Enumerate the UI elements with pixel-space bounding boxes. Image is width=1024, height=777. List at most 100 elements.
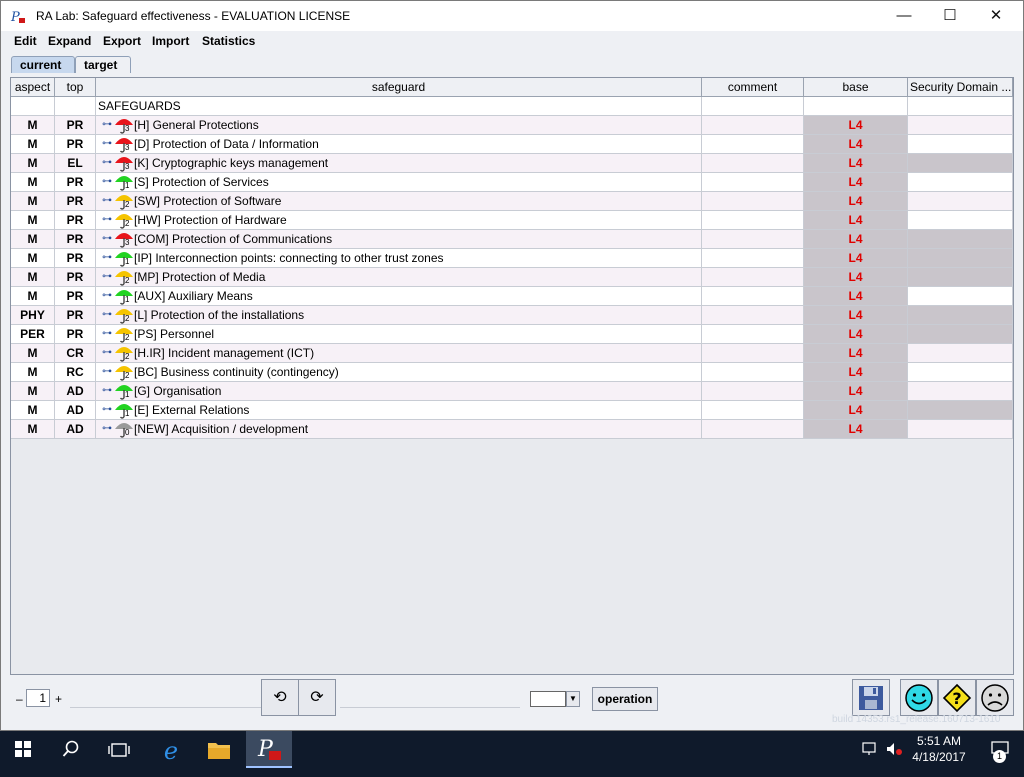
table-row[interactable]: M AD ⊶ 0 [NEW] Acquisition / development L4 bbox=[11, 420, 1013, 439]
table-row[interactable]: M PR ⊶ 3 [D] Protection of Data / Informatio… bbox=[11, 135, 1013, 154]
undo-button[interactable]: ⟲ bbox=[261, 679, 299, 716]
comment-cell[interactable] bbox=[702, 363, 804, 382]
table-row[interactable]: M CR ⊶ 2 [H.IR] Incident management (ICT) L4 bbox=[11, 344, 1013, 363]
security-domain-cell[interactable] bbox=[908, 287, 1013, 306]
level-slider-track[interactable] bbox=[70, 707, 270, 712]
safeguard-cell[interactable]: ⊶ 2 [MP] Protection of Media bbox=[96, 268, 702, 287]
comment-cell[interactable] bbox=[702, 382, 804, 401]
base-cell[interactable]: L4 bbox=[804, 230, 908, 249]
comment-cell[interactable] bbox=[702, 249, 804, 268]
network-button[interactable] bbox=[858, 731, 882, 768]
sad-face-button[interactable] bbox=[976, 679, 1014, 716]
base-cell[interactable]: L4 bbox=[804, 420, 908, 439]
comment-cell[interactable] bbox=[702, 173, 804, 192]
menu-statistics[interactable]: Statistics bbox=[202, 34, 255, 48]
base-cell[interactable]: L4 bbox=[804, 287, 908, 306]
comment-cell[interactable] bbox=[702, 135, 804, 154]
volume-button[interactable] bbox=[882, 731, 906, 768]
table-row[interactable]: M PR ⊶ 1 [IP] Interconnection points: connec… bbox=[11, 249, 1013, 268]
security-domain-cell[interactable] bbox=[908, 363, 1013, 382]
security-domain-cell[interactable] bbox=[908, 211, 1013, 230]
table-row[interactable]: M RC ⊶ 2 [BC] Business continuity (contingen… bbox=[11, 363, 1013, 382]
happy-face-button[interactable] bbox=[900, 679, 938, 716]
key-icon[interactable]: ⊶ bbox=[102, 135, 112, 153]
header-top[interactable]: top bbox=[55, 78, 96, 97]
base-cell[interactable]: L4 bbox=[804, 116, 908, 135]
comment-cell[interactable] bbox=[702, 192, 804, 211]
save-button[interactable] bbox=[852, 679, 890, 716]
comment-cell[interactable] bbox=[702, 211, 804, 230]
tab-target[interactable]: target bbox=[75, 56, 131, 73]
key-icon[interactable]: ⊶ bbox=[102, 154, 112, 172]
level-input[interactable]: 1 bbox=[26, 689, 50, 707]
table-row[interactable]: M PR ⊶ 2 [SW] Protection of Software L4 bbox=[11, 192, 1013, 211]
table-row[interactable]: PER PR ⊶ 2 [PS] Personnel L4 bbox=[11, 325, 1013, 344]
base-cell[interactable]: L4 bbox=[804, 249, 908, 268]
security-domain-cell[interactable] bbox=[908, 230, 1013, 249]
task-view-button[interactable] bbox=[96, 731, 142, 768]
header-safeguard[interactable]: safeguard bbox=[96, 78, 702, 97]
base-cell[interactable]: L4 bbox=[804, 268, 908, 287]
table-row[interactable]: PHY PR ⊶ 2 [L] Protection of the installatio… bbox=[11, 306, 1013, 325]
safeguard-cell[interactable]: ⊶ 1 [IP] Interconnection points: connectin… bbox=[96, 249, 702, 268]
security-domain-cell[interactable] bbox=[908, 135, 1013, 154]
safeguard-cell[interactable]: ⊶ 3 [H] General Protections bbox=[96, 116, 702, 135]
key-icon[interactable]: ⊶ bbox=[102, 325, 112, 343]
security-domain-cell[interactable] bbox=[908, 192, 1013, 211]
menu-export[interactable]: Export bbox=[103, 34, 141, 48]
header-security-domain[interactable]: Security Domain ... bbox=[908, 78, 1013, 97]
operation-select[interactable] bbox=[530, 691, 566, 707]
base-cell[interactable]: L4 bbox=[804, 325, 908, 344]
file-explorer-button[interactable] bbox=[196, 731, 242, 768]
operation-button[interactable]: operation bbox=[592, 687, 658, 711]
search-button[interactable] bbox=[48, 731, 94, 768]
menu-import[interactable]: Import bbox=[152, 34, 189, 48]
root-base[interactable] bbox=[804, 97, 908, 116]
comment-cell[interactable] bbox=[702, 325, 804, 344]
safeguard-cell[interactable]: ⊶ 1 [AUX] Auxiliary Means bbox=[96, 287, 702, 306]
security-domain-cell[interactable] bbox=[908, 154, 1013, 173]
clock[interactable]: 5:51 AM 4/18/2017 bbox=[906, 733, 972, 765]
comment-cell[interactable] bbox=[702, 306, 804, 325]
key-icon[interactable]: ⊶ bbox=[102, 344, 112, 362]
key-icon[interactable]: ⊶ bbox=[102, 116, 112, 134]
comment-cell[interactable] bbox=[702, 154, 804, 173]
safeguard-cell[interactable]: ⊶ 2 [H.IR] Incident management (ICT) bbox=[96, 344, 702, 363]
key-icon[interactable]: ⊶ bbox=[102, 363, 112, 381]
question-button[interactable]: ? bbox=[938, 679, 976, 716]
edge-button[interactable]: e bbox=[148, 731, 194, 768]
base-cell[interactable]: L4 bbox=[804, 135, 908, 154]
safeguard-cell[interactable]: ⊶ 3 [D] Protection of Data / Information bbox=[96, 135, 702, 154]
base-cell[interactable]: L4 bbox=[804, 382, 908, 401]
table-row[interactable]: M PR ⊶ 1 [AUX] Auxiliary Means L4 bbox=[11, 287, 1013, 306]
comment-cell[interactable] bbox=[702, 230, 804, 249]
safeguard-cell[interactable]: ⊶ 3 [K] Cryptographic keys management bbox=[96, 154, 702, 173]
key-icon[interactable]: ⊶ bbox=[102, 420, 112, 438]
table-row[interactable]: M PR ⊶ 1 [S] Protection of Services L4 bbox=[11, 173, 1013, 192]
key-icon[interactable]: ⊶ bbox=[102, 230, 112, 248]
header-aspect[interactable]: aspect bbox=[11, 78, 55, 97]
security-domain-cell[interactable] bbox=[908, 268, 1013, 287]
comment-cell[interactable] bbox=[702, 401, 804, 420]
safeguard-cell[interactable]: ⊶ 1 [S] Protection of Services bbox=[96, 173, 702, 192]
security-domain-cell[interactable] bbox=[908, 173, 1013, 192]
safeguard-cell[interactable]: ⊶ 2 [L] Protection of the installations bbox=[96, 306, 702, 325]
root-security-domain[interactable] bbox=[908, 97, 1013, 116]
safeguard-cell[interactable]: ⊶ 2 [HW] Protection of Hardware bbox=[96, 211, 702, 230]
security-domain-cell[interactable] bbox=[908, 344, 1013, 363]
safeguard-cell[interactable]: ⊶ 1 [E] External Relations bbox=[96, 401, 702, 420]
start-button[interactable] bbox=[0, 731, 46, 768]
table-row[interactable]: M PR ⊶ 3 [H] General Protections L4 bbox=[11, 116, 1013, 135]
base-cell[interactable]: L4 bbox=[804, 306, 908, 325]
base-cell[interactable]: L4 bbox=[804, 173, 908, 192]
table-row[interactable]: M PR ⊶ 2 [HW] Protection of Hardware L4 bbox=[11, 211, 1013, 230]
chevron-down-icon[interactable]: ▼ bbox=[566, 691, 580, 707]
redo-button[interactable]: ⟳ bbox=[298, 679, 336, 716]
comment-cell[interactable] bbox=[702, 116, 804, 135]
base-cell[interactable]: L4 bbox=[804, 401, 908, 420]
security-domain-cell[interactable] bbox=[908, 382, 1013, 401]
ra-lab-taskbar-button[interactable]: P bbox=[246, 731, 292, 768]
level-minus-button[interactable]: – bbox=[16, 692, 23, 706]
security-domain-cell[interactable] bbox=[908, 116, 1013, 135]
key-icon[interactable]: ⊶ bbox=[102, 287, 112, 305]
